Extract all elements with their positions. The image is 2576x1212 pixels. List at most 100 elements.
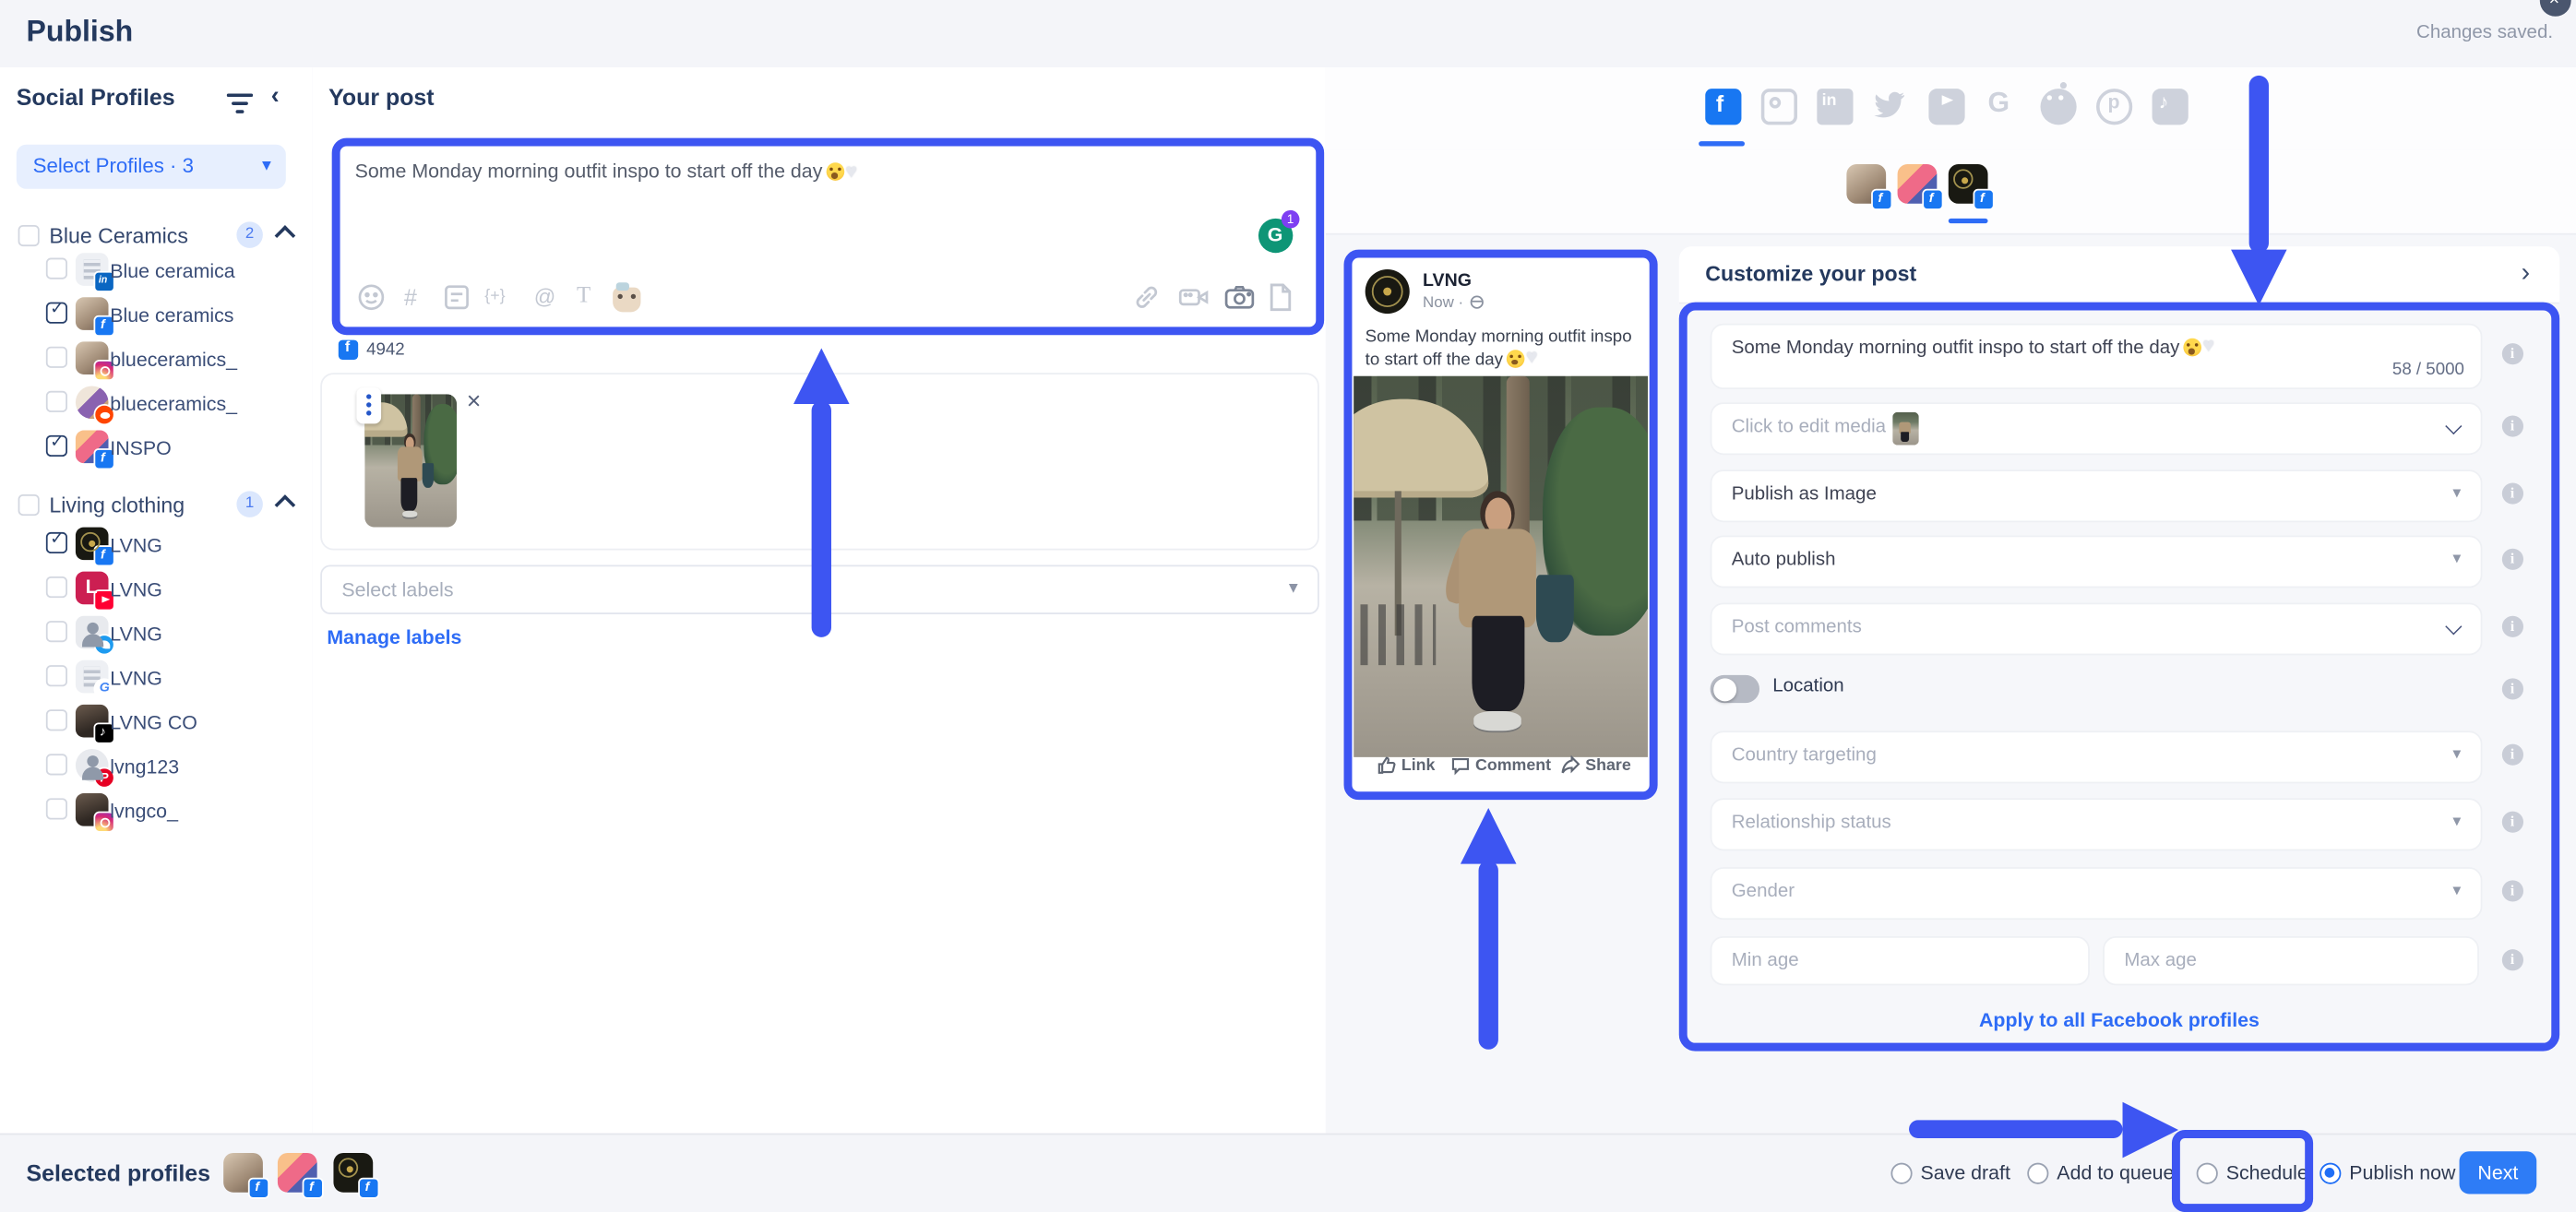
post-text[interactable]: Some Monday morning outfit inspo to star… [355, 158, 1302, 184]
profile-checkbox[interactable] [46, 576, 67, 598]
info-icon[interactable] [2502, 744, 2523, 766]
comment-button[interactable]: Comment [1450, 755, 1551, 775]
collapse-sidebar-icon[interactable] [271, 82, 280, 110]
saved-captions-icon[interactable] [442, 282, 475, 315]
profile-row[interactable]: lvngco_ [46, 795, 309, 828]
manage-labels-link[interactable]: Manage labels [327, 625, 461, 648]
profile-row[interactable]: LVNG [46, 618, 309, 651]
publish-now-label[interactable]: Publish now [2349, 1161, 2455, 1184]
tab-linkedin[interactable] [1817, 89, 1853, 125]
text-format-icon[interactable] [572, 282, 605, 315]
tab-tiktok[interactable] [2153, 89, 2188, 125]
profile-row[interactable]: lvng123 [46, 751, 309, 784]
info-icon[interactable] [2502, 880, 2523, 901]
profile-checkbox[interactable] [46, 754, 67, 775]
filter-icon[interactable] [227, 92, 253, 115]
save-draft-radio[interactable] [1890, 1163, 1912, 1184]
share-button[interactable]: Share [1561, 755, 1631, 775]
variables-icon[interactable] [484, 282, 518, 315]
tab-google[interactable] [1985, 89, 2021, 125]
info-icon[interactable] [2502, 549, 2523, 570]
publish-as-dropdown[interactable]: Publish as Image [1711, 469, 2483, 522]
group-checkbox[interactable] [18, 225, 40, 246]
min-age-field[interactable] [1711, 936, 2090, 985]
profile-row[interactable]: blueceramics_ [46, 343, 309, 376]
caption-field[interactable]: Some Monday morning outfit inspo to star… [1711, 324, 2483, 389]
auto-publish-dropdown[interactable]: Auto publish [1711, 535, 2483, 588]
drag-handle-icon[interactable] [356, 387, 381, 423]
profile-row[interactable]: LVNG [46, 529, 309, 562]
mention-icon[interactable] [529, 282, 562, 315]
relationship-status-dropdown[interactable]: Relationship status [1711, 798, 2483, 850]
like-button[interactable]: Link [1377, 755, 1435, 775]
profile-row[interactable]: Blue ceramics [46, 299, 309, 332]
profile-row[interactable]: LVNG [46, 662, 309, 695]
info-icon[interactable] [2502, 482, 2523, 504]
save-draft-label[interactable]: Save draft [1921, 1161, 2010, 1184]
group-checkbox[interactable] [18, 494, 40, 516]
info-icon[interactable] [2502, 812, 2523, 833]
max-age-field[interactable] [2103, 936, 2479, 985]
profile-avatar-inspo[interactable] [1898, 164, 1938, 204]
schedule-radio[interactable] [2197, 1163, 2218, 1184]
profile-row[interactable]: Blue ceramica [46, 255, 309, 288]
profile-avatar-lvng[interactable] [1949, 164, 1988, 204]
info-icon[interactable] [2502, 343, 2523, 364]
profile-checkbox[interactable] [46, 709, 67, 731]
add-to-queue-radio[interactable] [2027, 1163, 2048, 1184]
tab-pinterest[interactable] [2096, 89, 2132, 125]
ai-assistant-icon[interactable] [613, 288, 640, 313]
profile-checkbox[interactable] [46, 347, 67, 368]
emoji-picker-icon[interactable] [356, 282, 389, 315]
profile-checkbox[interactable] [46, 798, 67, 819]
profile-checkbox[interactable] [46, 391, 67, 412]
profile-checkbox[interactable] [46, 258, 67, 279]
apply-to-all-link[interactable]: Apply to all Facebook profiles [1688, 1008, 2552, 1031]
chevron-up-icon[interactable] [275, 494, 296, 516]
select-profiles-dropdown[interactable]: Select Profiles · 3 [17, 145, 286, 189]
profile-checkbox[interactable] [46, 621, 67, 642]
tab-reddit[interactable] [2041, 89, 2077, 125]
group-row-living-clothing[interactable]: Living clothing 1 [18, 491, 301, 520]
info-icon[interactable] [2502, 949, 2523, 970]
video-icon[interactable] [1178, 282, 1211, 315]
tab-youtube[interactable] [1928, 89, 1964, 125]
country-targeting-dropdown[interactable]: Country targeting [1711, 731, 2483, 783]
remove-media-icon[interactable] [467, 387, 490, 410]
link-icon[interactable] [1132, 282, 1165, 315]
profile-checkbox[interactable] [46, 665, 67, 686]
info-icon[interactable] [2502, 616, 2523, 637]
post-comments-dropdown[interactable]: Post comments [1711, 602, 2483, 655]
location-toggle[interactable] [1711, 675, 1759, 703]
publish-now-radio[interactable] [2320, 1163, 2341, 1184]
profile-avatar-blue-ceramics[interactable] [1846, 164, 1886, 204]
chevron-right-icon[interactable] [2522, 259, 2530, 289]
info-icon[interactable] [2502, 678, 2523, 699]
select-labels-dropdown[interactable]: Select labels [320, 565, 1319, 614]
grammarly-icon[interactable]: 1 [1258, 219, 1293, 253]
hashtag-icon[interactable] [400, 282, 433, 315]
next-button[interactable]: Next [2460, 1151, 2537, 1194]
profile-row[interactable]: LVNG CO [46, 707, 309, 740]
schedule-label[interactable]: Schedule [2226, 1161, 2308, 1184]
group-row-blue-ceramics[interactable]: Blue Ceramics 2 [18, 221, 301, 251]
profile-checkbox[interactable] [46, 303, 67, 324]
profile-checkbox[interactable] [46, 532, 67, 553]
tab-facebook[interactable] [1705, 89, 1741, 125]
profile-row[interactable]: LVNG [46, 573, 309, 606]
profile-checkbox[interactable] [46, 435, 67, 457]
add-to-queue-label[interactable]: Add to queue [2057, 1161, 2174, 1184]
profile-row[interactable]: blueceramics_ [46, 387, 309, 421]
tab-twitter[interactable] [1873, 89, 1909, 125]
camera-icon[interactable] [1224, 282, 1258, 315]
document-icon[interactable] [1267, 282, 1300, 315]
tab-instagram[interactable] [1761, 89, 1797, 125]
edit-media-field[interactable]: Click to edit media [1711, 402, 2483, 455]
post-editor-annotated[interactable]: Some Monday morning outfit inspo to star… [332, 138, 1324, 336]
info-icon[interactable] [2502, 415, 2523, 436]
gender-dropdown[interactable]: Gender [1711, 867, 2483, 920]
media-mini-thumbnail[interactable] [1892, 412, 1918, 446]
customize-header[interactable]: Customize your post [1679, 246, 2559, 303]
chevron-up-icon[interactable] [275, 225, 296, 246]
close-icon[interactable] [2540, 0, 2571, 17]
